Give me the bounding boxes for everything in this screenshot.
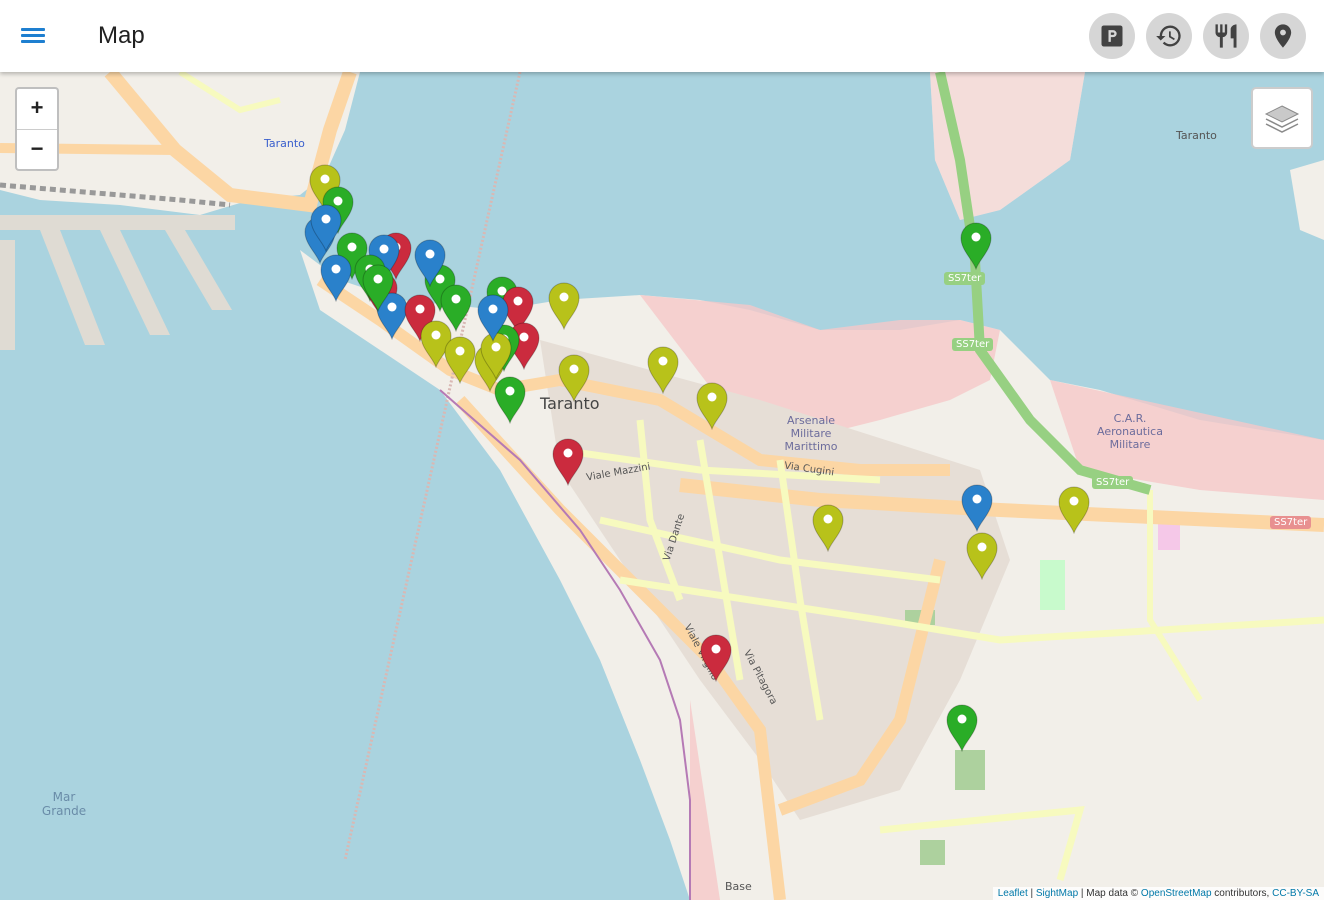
road-shield: SS7ter [944, 272, 986, 285]
map-marker-yellow[interactable] [1057, 486, 1091, 535]
marker-pin-icon [812, 504, 844, 553]
page-title: Map [98, 22, 145, 49]
layers-icon [1264, 105, 1300, 133]
sightmap-link[interactable]: SightMap [1036, 888, 1078, 899]
zoom-out-button[interactable]: − [17, 130, 57, 170]
location-button[interactable] [1260, 13, 1306, 59]
leaflet-link[interactable]: Leaflet [998, 888, 1028, 899]
parking-button[interactable] [1089, 13, 1135, 59]
zoom-control: + − [15, 87, 59, 171]
map-marker-green[interactable] [493, 376, 527, 425]
location-pin-icon [1274, 24, 1292, 48]
app-bar: Map [0, 0, 1324, 72]
map-attribution: Leaflet | SightMap | Map data © OpenStre… [992, 887, 1324, 900]
marker-pin-icon [558, 354, 590, 403]
marker-pin-icon [494, 376, 526, 425]
restaurant-button[interactable] [1203, 13, 1249, 59]
map-marker-green[interactable] [361, 264, 395, 313]
map-view[interactable]: Taranto Taranto Taranto Arsenale Militar… [0, 72, 1324, 900]
attribution-contrib: contributors, [1211, 888, 1273, 899]
marker-pin-icon [647, 346, 679, 395]
marker-pin-icon [700, 634, 732, 683]
map-marker-yellow[interactable] [443, 336, 477, 385]
attribution-text: | Map data © [1078, 888, 1141, 899]
history-button[interactable] [1146, 13, 1192, 59]
place-label-taranto-east: Taranto [1176, 129, 1217, 142]
marker-pin-icon [414, 239, 446, 288]
marker-pin-icon [320, 254, 352, 303]
layers-button[interactable] [1251, 87, 1313, 149]
license-link[interactable]: CC-BY-SA [1272, 888, 1319, 899]
marker-pin-icon [696, 382, 728, 431]
aeronautica-label: C.A.R. Aeronautica Militare [1097, 412, 1163, 451]
marker-pin-icon [552, 438, 584, 487]
marker-pin-icon [946, 704, 978, 753]
map-marker-green[interactable] [945, 704, 979, 753]
map-marker-yellow[interactable] [965, 532, 999, 581]
road-shield: SS7ter [1092, 476, 1134, 489]
marker-pin-icon [961, 484, 993, 533]
map-marker-red[interactable] [699, 634, 733, 683]
station-label: Taranto [264, 137, 305, 150]
parking-icon [1101, 25, 1123, 47]
map-marker-blue[interactable] [960, 484, 994, 533]
history-icon [1156, 25, 1181, 47]
marker-pin-icon [960, 222, 992, 271]
osm-link[interactable]: OpenStreetMap [1141, 888, 1212, 899]
marker-pin-icon [477, 294, 509, 343]
zoom-in-button[interactable]: + [17, 89, 57, 130]
map-marker-blue[interactable] [413, 239, 447, 288]
attribution-separator: | [1027, 888, 1036, 899]
arsenale-label: Arsenale Militare Marittimo [784, 414, 838, 453]
map-marker-yellow[interactable] [646, 346, 680, 395]
restaurant-icon [1215, 24, 1237, 48]
road-shield: SS7ter [1270, 516, 1312, 529]
marker-pin-icon [444, 336, 476, 385]
map-marker-yellow[interactable] [557, 354, 591, 403]
marker-pin-icon [548, 282, 580, 331]
base-navale-label: Base [725, 880, 752, 893]
map-marker-yellow[interactable] [811, 504, 845, 553]
menu-icon[interactable] [14, 20, 52, 52]
map-marker-red[interactable] [551, 438, 585, 487]
map-marker-blue[interactable] [319, 254, 353, 303]
road-shield: SS7ter [952, 338, 994, 351]
map-marker-green[interactable] [959, 222, 993, 271]
map-marker-yellow[interactable] [547, 282, 581, 331]
marker-pin-icon [1058, 486, 1090, 535]
marker-pin-icon [966, 532, 998, 581]
marker-pin-icon [362, 264, 394, 313]
map-marker-blue[interactable] [476, 294, 510, 343]
mar-grande-label: Mar Grande [41, 790, 87, 818]
map-marker-yellow[interactable] [695, 382, 729, 431]
